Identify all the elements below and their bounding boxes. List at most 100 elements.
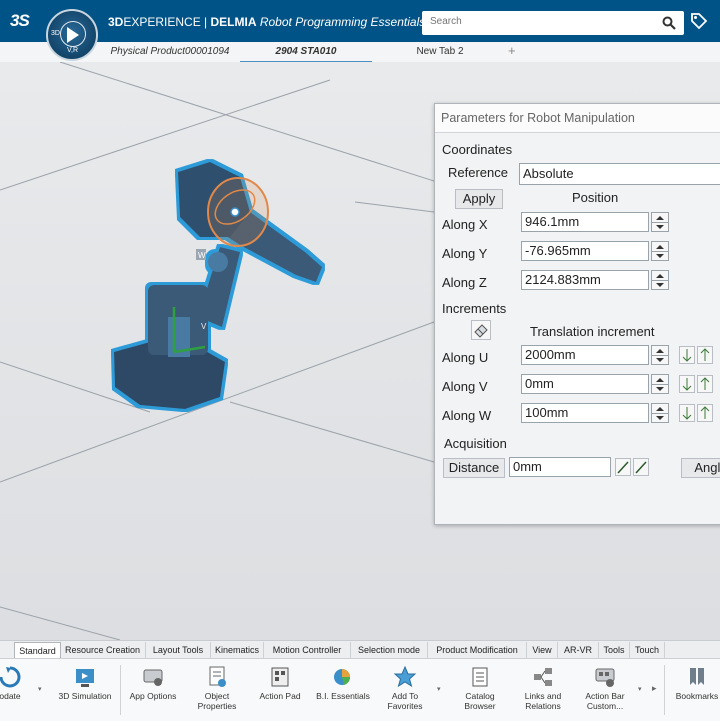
app-title: 3DEXPERIENCE | DELMIA Robot Programming … bbox=[108, 15, 426, 29]
along-y-field[interactable]: -76.965mm bbox=[521, 241, 649, 261]
section-tab-kinematics[interactable]: Kinematics bbox=[211, 642, 264, 658]
along-w-field[interactable]: 100mm bbox=[521, 403, 649, 423]
options-icon bbox=[143, 669, 163, 686]
pick-point-2-icon[interactable] bbox=[633, 458, 649, 476]
add-to-favorites-button[interactable]: Add To Favorites bbox=[386, 659, 424, 721]
eraser-icon[interactable] bbox=[471, 320, 491, 340]
compass-bottom-label: V,R bbox=[67, 47, 79, 54]
along-z-field[interactable]: 2124.883mm bbox=[521, 270, 649, 290]
star-icon bbox=[393, 665, 417, 688]
angle-button[interactable]: Angle bbox=[681, 458, 720, 478]
along-w-spinner[interactable] bbox=[651, 403, 669, 423]
along-v-field[interactable]: 0mm bbox=[521, 374, 649, 394]
along-y-spinner[interactable] bbox=[651, 241, 669, 261]
section-tab-ar-vr[interactable]: AR-VR bbox=[558, 642, 599, 658]
document-tab-bar: Physical Product00001094 2904 STA010 New… bbox=[0, 42, 720, 63]
dialog-title-bar[interactable]: Parameters for Robot Manipulation bbox=[435, 104, 720, 133]
along-v-spinner[interactable] bbox=[651, 374, 669, 394]
along-w-label: Along W bbox=[442, 408, 492, 423]
object-properties-button[interactable]: Object Properties bbox=[198, 659, 236, 721]
distance-field[interactable]: 0mm bbox=[509, 457, 611, 477]
along-y-label: Along Y bbox=[442, 246, 488, 261]
catalog-icon bbox=[472, 667, 488, 687]
action-bar-icon bbox=[595, 668, 615, 687]
separator bbox=[120, 665, 121, 715]
action-bar-customization-button[interactable]: Action Bar Custom... bbox=[585, 659, 625, 721]
tab-new-tab-2[interactable]: New Tab 2 bbox=[380, 42, 500, 61]
along-u-label: Along U bbox=[442, 350, 489, 365]
section-tab-standard[interactable]: Standard bbox=[14, 642, 61, 659]
robot-manipulation-dialog: Parameters for Robot Manipulation Coordi… bbox=[434, 103, 720, 525]
scroll-right-chevron-icon[interactable]: ▸ bbox=[652, 683, 657, 694]
robot-model[interactable]: W V bbox=[100, 157, 340, 427]
along-z-label: Along Z bbox=[442, 275, 487, 290]
section-tab-selection-mode[interactable]: Selection mode bbox=[351, 642, 428, 658]
update-button[interactable]: odate bbox=[0, 659, 28, 721]
coordinates-label: Coordinates bbox=[442, 142, 513, 157]
simulation-icon bbox=[76, 669, 94, 687]
along-u-spinner[interactable] bbox=[651, 345, 669, 365]
action-pad-icon bbox=[271, 667, 289, 687]
search-box[interactable] bbox=[422, 11, 684, 35]
translation-increment-header: Translation increment bbox=[530, 324, 655, 339]
play-icon[interactable] bbox=[67, 27, 79, 43]
along-x-field[interactable]: 946.1mm bbox=[521, 212, 649, 232]
along-z-spinner[interactable] bbox=[651, 270, 669, 290]
section-tab-resource-creation[interactable]: Resource Creation bbox=[60, 642, 146, 658]
section-tab-motion-controller[interactable]: Motion Controller bbox=[264, 642, 351, 658]
bi-essentials-button[interactable]: B.I. Essentials bbox=[316, 659, 370, 721]
along-u-increment-icon[interactable] bbox=[697, 346, 713, 364]
dassault-logo-icon[interactable]: 3S bbox=[10, 11, 30, 31]
acquisition-label: Acquisition bbox=[444, 436, 507, 451]
dialog-title: Parameters for Robot Manipulation bbox=[441, 111, 635, 125]
separator-2 bbox=[664, 665, 665, 715]
action-bar: odate ▾ 3D Simulation App Options Object… bbox=[0, 658, 720, 721]
along-v-increment-icon[interactable] bbox=[697, 375, 713, 393]
robot-label-w: W bbox=[198, 251, 206, 260]
along-u-decrement-icon[interactable] bbox=[679, 346, 695, 364]
along-x-spinner[interactable] bbox=[651, 212, 669, 232]
favorites-dropdown-chevron-icon[interactable]: ▾ bbox=[437, 685, 441, 693]
tab-2904-sta010[interactable]: 2904 STA010 bbox=[240, 42, 372, 63]
app-options-button[interactable]: App Options bbox=[130, 659, 176, 721]
tab-physical-product[interactable]: Physical Product00001094 bbox=[100, 42, 240, 61]
bookmarks-button[interactable]: Bookmarks bbox=[676, 659, 718, 721]
reference-label: Reference bbox=[448, 165, 508, 180]
increments-label: Increments bbox=[442, 301, 507, 316]
catalog-browser-button[interactable]: Catalog Browser bbox=[461, 659, 499, 721]
section-tab-layout-tools[interactable]: Layout Tools bbox=[146, 642, 211, 658]
reference-select[interactable]: Absolute bbox=[519, 163, 720, 185]
bookmarks-icon bbox=[690, 668, 704, 685]
along-u-field[interactable]: 2000mm bbox=[521, 345, 649, 365]
along-v-label: Along V bbox=[442, 379, 488, 394]
section-tab-product-modification[interactable]: Product Modification bbox=[428, 642, 527, 658]
search-input[interactable] bbox=[428, 15, 652, 28]
section-tab-touch[interactable]: Touch bbox=[630, 642, 665, 658]
update-icon bbox=[0, 666, 21, 688]
along-v-decrement-icon[interactable] bbox=[679, 375, 695, 393]
action-pad-button[interactable]: Action Pad bbox=[259, 659, 301, 721]
search-icon[interactable] bbox=[662, 16, 676, 30]
section-tab-view[interactable]: View bbox=[527, 642, 558, 658]
bi-icon bbox=[334, 669, 351, 685]
section-tab-tools[interactable]: Tools bbox=[599, 642, 630, 658]
links-and-relations-button[interactable]: Links and Relations bbox=[524, 659, 562, 721]
along-x-label: Along X bbox=[442, 217, 488, 232]
distance-button[interactable]: Distance bbox=[443, 458, 505, 478]
compass-top-label: 3D bbox=[51, 30, 60, 37]
position-header: Position bbox=[572, 190, 619, 205]
links-icon bbox=[534, 668, 552, 686]
tag-icon[interactable] bbox=[690, 12, 708, 30]
robot-label-v: V bbox=[201, 322, 207, 331]
along-w-increment-icon[interactable] bbox=[697, 404, 713, 422]
update-dropdown-chevron-icon[interactable]: ▾ bbox=[38, 685, 42, 693]
section-tab-bar: Standard Resource Creation Layout Tools … bbox=[0, 640, 720, 659]
apply-button[interactable]: Apply bbox=[455, 189, 503, 209]
pick-point-icon[interactable] bbox=[615, 458, 631, 476]
action-bar-dropdown-chevron-icon[interactable]: ▾ bbox=[638, 685, 642, 693]
new-tab-plus-icon[interactable]: + bbox=[508, 42, 516, 61]
top-banner: 3S 3DEXPERIENCE | DELMIA Robot Programmi… bbox=[0, 0, 720, 42]
compass-widget[interactable]: 3D V,R bbox=[46, 9, 98, 61]
3d-simulation-button[interactable]: 3D Simulation bbox=[59, 659, 111, 721]
along-w-decrement-icon[interactable] bbox=[679, 404, 695, 422]
